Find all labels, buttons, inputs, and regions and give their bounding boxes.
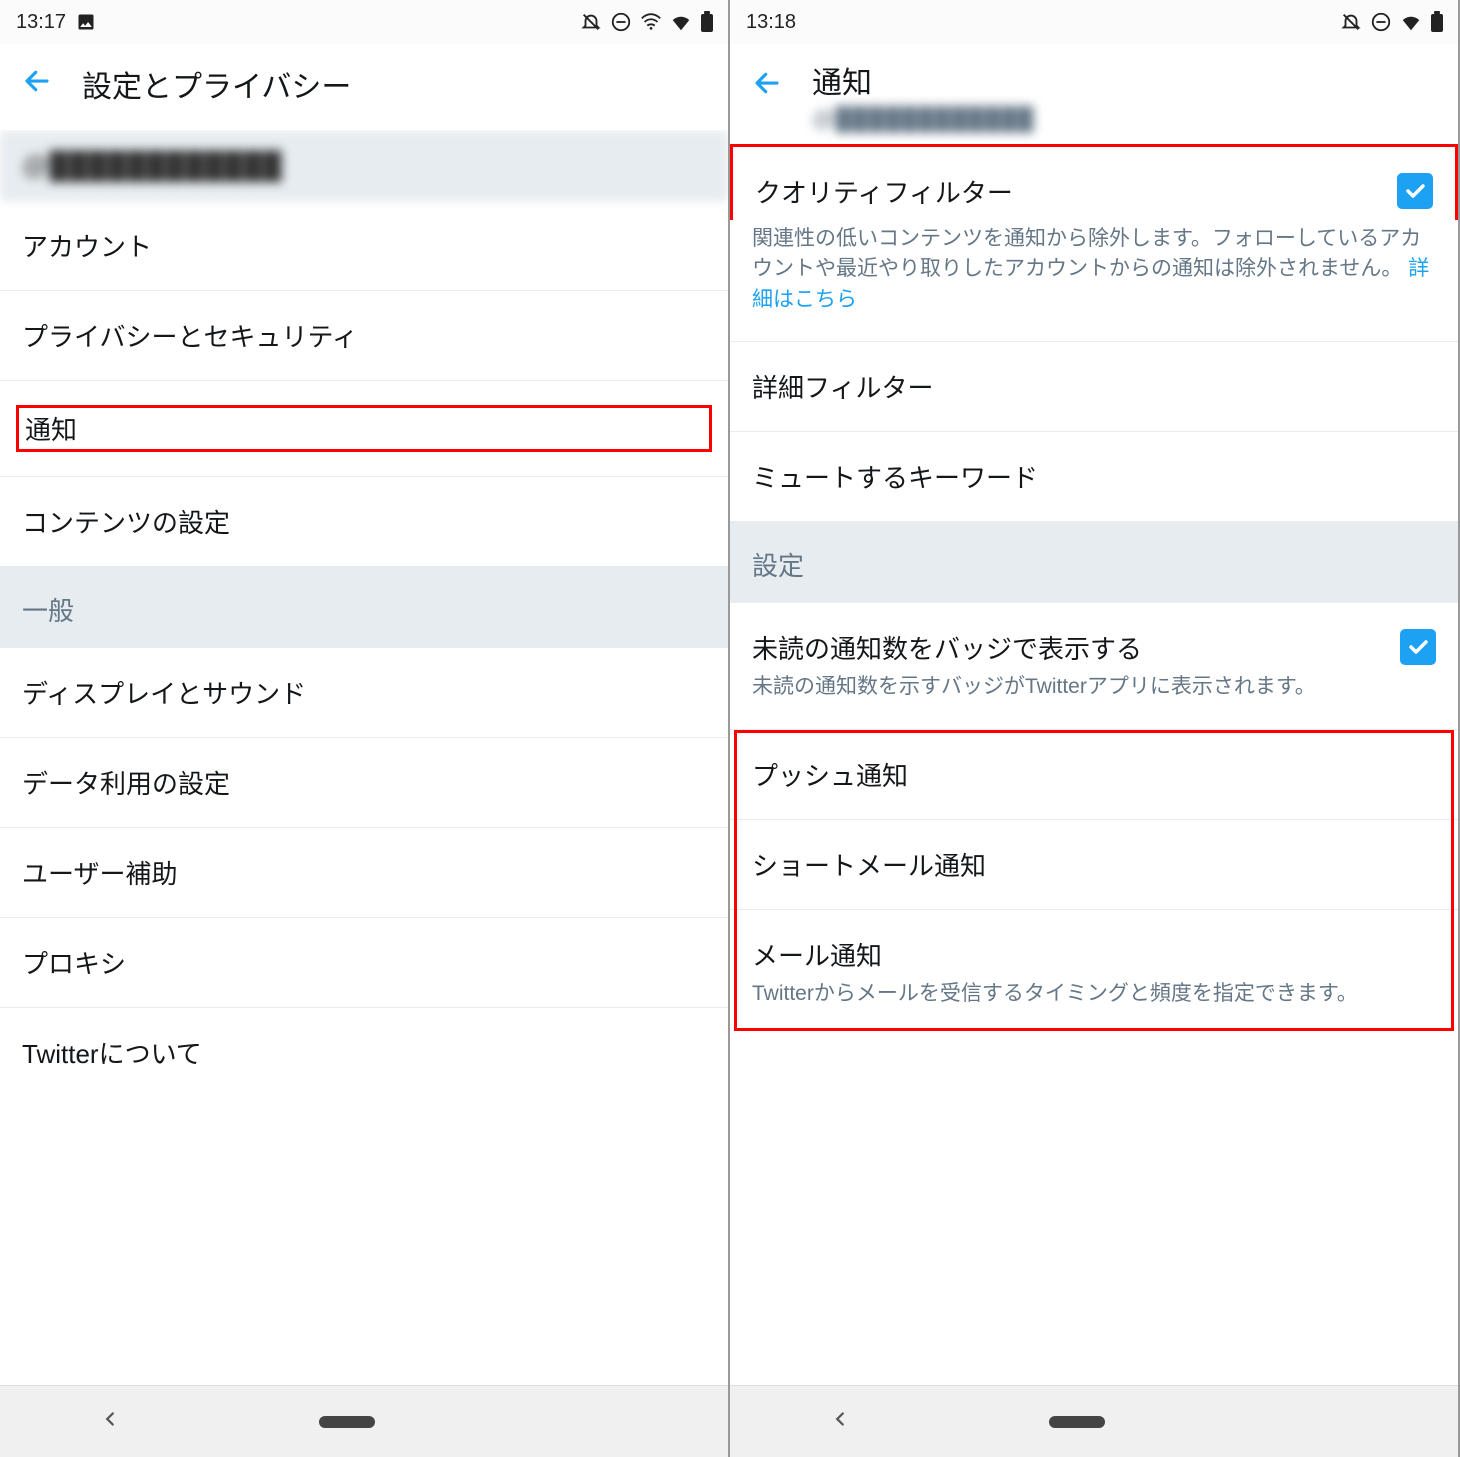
dnd-icon	[1370, 11, 1392, 33]
description-text: 関連性の低いコンテンツを通知から除外します。フォローしているアカウントや最近やり…	[752, 227, 1421, 280]
nav-back-button[interactable]	[829, 1406, 851, 1437]
status-time: 13:17	[16, 11, 66, 34]
wifi-icon	[1400, 11, 1422, 33]
row-unread-badge[interactable]: 未読の通知数をバッジで表示する 未読の通知数を示すバッジがTwitterアプリに…	[730, 603, 1458, 729]
wifi-icon	[670, 11, 692, 33]
row-label: プッシュ通知	[752, 756, 1436, 793]
row-label: 通知	[16, 405, 712, 452]
dnd-icon	[610, 11, 632, 33]
nav-bar	[730, 1385, 1458, 1457]
battery-icon	[1430, 11, 1444, 33]
account-handle: @████████████	[812, 106, 1034, 132]
nav-home-button[interactable]	[1049, 1416, 1105, 1428]
row-privacy-security[interactable]: プライバシーとセキュリティ	[0, 291, 728, 381]
row-label: データ利用の設定	[22, 764, 706, 801]
row-email-notifications[interactable]: メール通知 Twitterからメールを受信するタイミングと頻度を指定できます。	[730, 910, 1458, 1035]
row-sms-notifications[interactable]: ショートメール通知	[730, 820, 1458, 910]
row-label: プロキシ	[22, 944, 706, 981]
row-proxy[interactable]: プロキシ	[0, 918, 728, 1008]
page-title: 通知	[812, 58, 1034, 102]
row-description: Twitterからメールを受信するタイミングと頻度を指定できます。	[752, 979, 1436, 1009]
row-label: ユーザー補助	[22, 854, 706, 891]
wifi-outline-icon	[640, 11, 662, 33]
row-notifications[interactable]: 通知	[0, 381, 728, 477]
row-label: 詳細フィルター	[752, 368, 1436, 405]
status-bar: 13:17	[0, 0, 728, 44]
app-header: 設定とプライバシー	[0, 44, 728, 130]
row-label: プライバシーとセキュリティ	[22, 317, 706, 354]
row-label: クオリティフィルター	[755, 173, 1375, 210]
battery-icon	[700, 11, 714, 33]
row-label: ショートメール通知	[752, 846, 1436, 883]
mute-bell-icon	[1340, 11, 1362, 33]
back-button[interactable]	[752, 68, 782, 104]
quality-filter-description: 関連性の低いコンテンツを通知から除外します。フォローしているアカウントや最近やり…	[730, 220, 1458, 342]
row-push-notifications[interactable]: プッシュ通知	[730, 730, 1458, 820]
row-about-twitter[interactable]: Twitterについて	[0, 1008, 728, 1089]
row-muted-keywords[interactable]: ミュートするキーワード	[730, 432, 1458, 522]
row-label: ディスプレイとサウンド	[22, 674, 706, 711]
content-area: クオリティフィルター 関連性の低いコンテンツを通知から除外します。フォローしてい…	[730, 144, 1458, 1385]
image-icon	[76, 12, 96, 32]
mute-bell-icon	[580, 11, 602, 33]
row-display-sound[interactable]: ディスプレイとサウンド	[0, 648, 728, 738]
row-label: 未読の通知数をバッジで表示する	[752, 629, 1378, 666]
page-title: 設定とプライバシー	[82, 62, 351, 106]
row-data-usage[interactable]: データ利用の設定	[0, 738, 728, 828]
row-accessibility[interactable]: ユーザー補助	[0, 828, 728, 918]
screenshot-right: 13:18 通知 @████████████	[730, 0, 1460, 1457]
row-label: メール通知	[752, 936, 1436, 973]
back-button[interactable]	[22, 66, 52, 102]
row-content-settings[interactable]: コンテンツの設定	[0, 477, 728, 567]
section-general: 一般	[0, 567, 728, 648]
row-description: 未読の通知数を示すバッジがTwitterアプリに表示されます。	[752, 672, 1378, 702]
app-header: 通知 @████████████	[730, 44, 1458, 144]
row-account[interactable]: アカウント	[0, 201, 728, 291]
row-label: ミュートするキーワード	[752, 458, 1436, 495]
unread-badge-checkbox[interactable]	[1400, 629, 1436, 665]
row-label: アカウント	[22, 227, 706, 264]
content-area: @████████████ アカウント プライバシーとセキュリティ 通知 コンテ…	[0, 130, 728, 1385]
status-time: 13:18	[746, 11, 796, 34]
row-label: コンテンツの設定	[22, 503, 706, 540]
section-settings: 設定	[730, 522, 1458, 603]
nav-back-button[interactable]	[99, 1406, 121, 1437]
row-quality-filter[interactable]: クオリティフィルター	[730, 144, 1458, 220]
nav-home-button[interactable]	[319, 1416, 375, 1428]
row-advanced-filters[interactable]: 詳細フィルター	[730, 342, 1458, 432]
screenshot-left: 13:17 設定とプライバシー	[0, 0, 730, 1457]
nav-bar	[0, 1385, 728, 1457]
account-handle-row[interactable]: @████████████	[0, 130, 728, 201]
row-label: Twitterについて	[22, 1034, 706, 1071]
status-bar: 13:18	[730, 0, 1458, 44]
quality-filter-checkbox[interactable]	[1397, 173, 1433, 209]
